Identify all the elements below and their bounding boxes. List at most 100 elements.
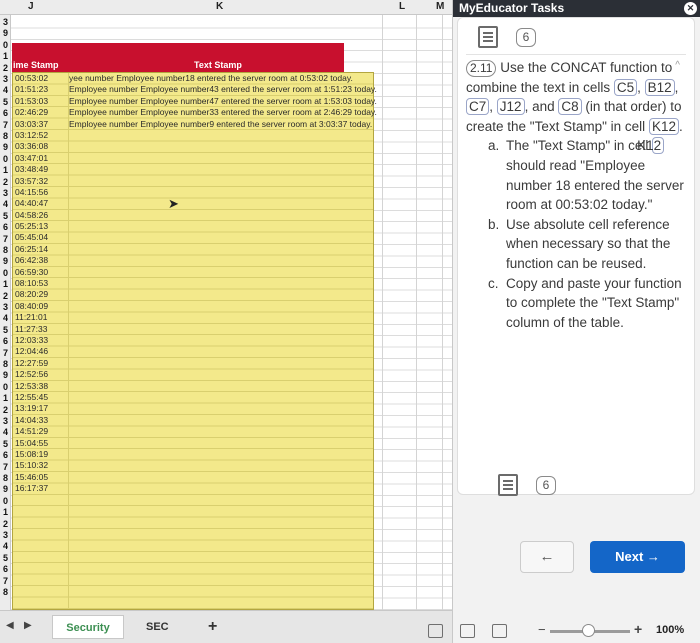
row-number[interactable]: 9	[0, 28, 11, 39]
text-stamp-cell[interactable]: Employee number Employee number43 entere…	[69, 84, 377, 95]
row-number[interactable]: 1	[0, 393, 11, 404]
row-number[interactable]: 5	[0, 553, 11, 564]
text-stamp-cell[interactable]: yee number Employee number18 entered the…	[69, 73, 353, 84]
row-number[interactable]: 8	[0, 359, 11, 370]
add-sheet-button[interactable]: +	[200, 615, 225, 639]
close-icon[interactable]: ✕	[684, 2, 697, 15]
row-number[interactable]: 6	[0, 222, 11, 233]
time-stamp-cell[interactable]: 13:19:17	[15, 403, 48, 414]
row-number[interactable]: 1	[0, 507, 11, 518]
row-number[interactable]: 6	[0, 564, 11, 575]
time-stamp-cell[interactable]: 06:25:14	[15, 244, 48, 255]
row-number[interactable]: 5	[0, 439, 11, 450]
time-stamp-cell[interactable]: 06:42:38	[15, 255, 48, 266]
time-stamp-cell[interactable]: 12:27:59	[15, 358, 48, 369]
row-number[interactable]: 6	[0, 108, 11, 119]
column-letter[interactable]: K	[216, 1, 223, 12]
previous-button[interactable]: ←	[520, 541, 574, 573]
row-number[interactable]: 9	[0, 484, 11, 495]
time-stamp-cell[interactable]: 00:53:02	[15, 73, 48, 84]
row-number[interactable]: 9	[0, 256, 11, 267]
time-stamp-cell[interactable]: 02:46:29	[15, 107, 48, 118]
time-stamp-cell[interactable]: 05:25:13	[15, 221, 48, 232]
row-number[interactable]: 1	[0, 165, 11, 176]
time-stamp-cell[interactable]: 03:47:01	[15, 153, 48, 164]
row-number[interactable]: 7	[0, 348, 11, 359]
time-stamp-cell[interactable]: 01:53:03	[15, 96, 48, 107]
row-number[interactable]: 5	[0, 97, 11, 108]
row-number[interactable]: 0	[0, 382, 11, 393]
cell-ref-b12[interactable]: B12	[644, 78, 675, 96]
row-number[interactable]: 7	[0, 576, 11, 587]
document-icon[interactable]	[498, 474, 518, 496]
tab-security[interactable]: Security	[52, 615, 124, 639]
row-number[interactable]: 9	[0, 142, 11, 153]
time-stamp-cell[interactable]: 12:53:38	[15, 381, 48, 392]
time-stamp-cell[interactable]: 08:10:53	[15, 278, 48, 289]
cell-ref-c7[interactable]: C7	[466, 98, 490, 116]
cell-ref-k12[interactable]: K12	[648, 117, 679, 135]
row-number[interactable]: 9	[0, 370, 11, 381]
text-stamp-cell[interactable]: Employee number Employee number47 entere…	[69, 96, 377, 107]
row-number[interactable]: 3	[0, 17, 11, 28]
row-number[interactable]: 2	[0, 519, 11, 530]
row-number[interactable]: 6	[0, 336, 11, 347]
text-stamp-header[interactable]: Text Stamp	[194, 60, 242, 70]
tab-next-icon[interactable]: ▶	[24, 620, 32, 631]
time-stamp-cell[interactable]: 14:04:33	[15, 415, 48, 426]
zoom-level[interactable]: 100%	[656, 624, 684, 636]
row-number[interactable]: 1	[0, 279, 11, 290]
time-stamp-cell[interactable]: 14:51:29	[15, 426, 48, 437]
row-number[interactable]: 0	[0, 496, 11, 507]
row-number[interactable]: 2	[0, 63, 11, 74]
tab-prev-icon[interactable]: ◀	[6, 620, 14, 631]
row-number[interactable]: 0	[0, 154, 11, 165]
row-number[interactable]: 2	[0, 177, 11, 188]
row-number[interactable]: 3	[0, 188, 11, 199]
text-stamp-cell[interactable]: Employee number Employee number33 entere…	[69, 107, 377, 118]
time-stamp-cell[interactable]: 15:46:05	[15, 472, 48, 483]
row-number[interactable]: 3	[0, 530, 11, 541]
page-layout-icon[interactable]	[460, 624, 475, 638]
time-stamp-cell[interactable]: 04:15:56	[15, 187, 48, 198]
text-stamp-cell[interactable]: Employee number Employee number9 entered…	[69, 119, 372, 130]
time-stamp-cell[interactable]: 01:51:23	[15, 84, 48, 95]
column-letter[interactable]: M	[436, 1, 444, 12]
time-stamp-cell[interactable]: 03:57:32	[15, 176, 48, 187]
row-number[interactable]: 8	[0, 131, 11, 142]
row-number[interactable]: 8	[0, 245, 11, 256]
normal-view-icon[interactable]	[428, 624, 443, 638]
cell-ref-c8[interactable]: C8	[558, 98, 582, 116]
time-stamp-cell[interactable]: 08:20:29	[15, 289, 48, 300]
page-break-icon[interactable]	[492, 624, 507, 638]
time-stamp-cell[interactable]: 05:45:04	[15, 232, 48, 243]
row-number[interactable]: 1	[0, 51, 11, 62]
time-stamp-cell[interactable]: 11:27:33	[15, 324, 47, 335]
time-stamp-cell[interactable]: 03:48:49	[15, 164, 48, 175]
time-stamp-cell[interactable]: 04:58:26	[15, 210, 48, 221]
time-stamp-cell[interactable]: 12:04:46	[15, 346, 48, 357]
row-number[interactable]: 4	[0, 199, 11, 210]
time-stamp-cell[interactable]: 11:21:01	[15, 312, 47, 323]
time-stamp-cell[interactable]: 03:03:37	[15, 119, 48, 130]
row-number[interactable]: 8	[0, 587, 11, 598]
row-number[interactable]: 4	[0, 427, 11, 438]
time-stamp-cell[interactable]: 12:52:56	[15, 369, 48, 380]
tab-sec[interactable]: SEC	[138, 615, 177, 639]
zoom-out-button[interactable]: −	[538, 622, 546, 637]
zoom-slider-handle[interactable]	[582, 624, 595, 637]
cell-ref-c5[interactable]: C5	[613, 78, 638, 96]
row-number[interactable]: 5	[0, 211, 11, 222]
time-stamp-cell[interactable]: 03:36:08	[15, 141, 48, 152]
row-number[interactable]: 6	[0, 450, 11, 461]
row-number[interactable]: 4	[0, 313, 11, 324]
time-stamp-cell[interactable]: 06:59:30	[15, 267, 48, 278]
time-stamp-cell[interactable]: 15:04:55	[15, 438, 48, 449]
cell-ref-k12[interactable]: K12	[637, 137, 665, 155]
zoom-in-button[interactable]: +	[634, 621, 642, 637]
row-number[interactable]: 7	[0, 462, 11, 473]
time-stamp-cell[interactable]: 03:12:52	[15, 130, 48, 141]
cell-ref-j12[interactable]: J12	[496, 98, 525, 116]
row-number[interactable]: 8	[0, 473, 11, 484]
time-stamp-cell[interactable]: 16:17:37	[15, 483, 48, 494]
